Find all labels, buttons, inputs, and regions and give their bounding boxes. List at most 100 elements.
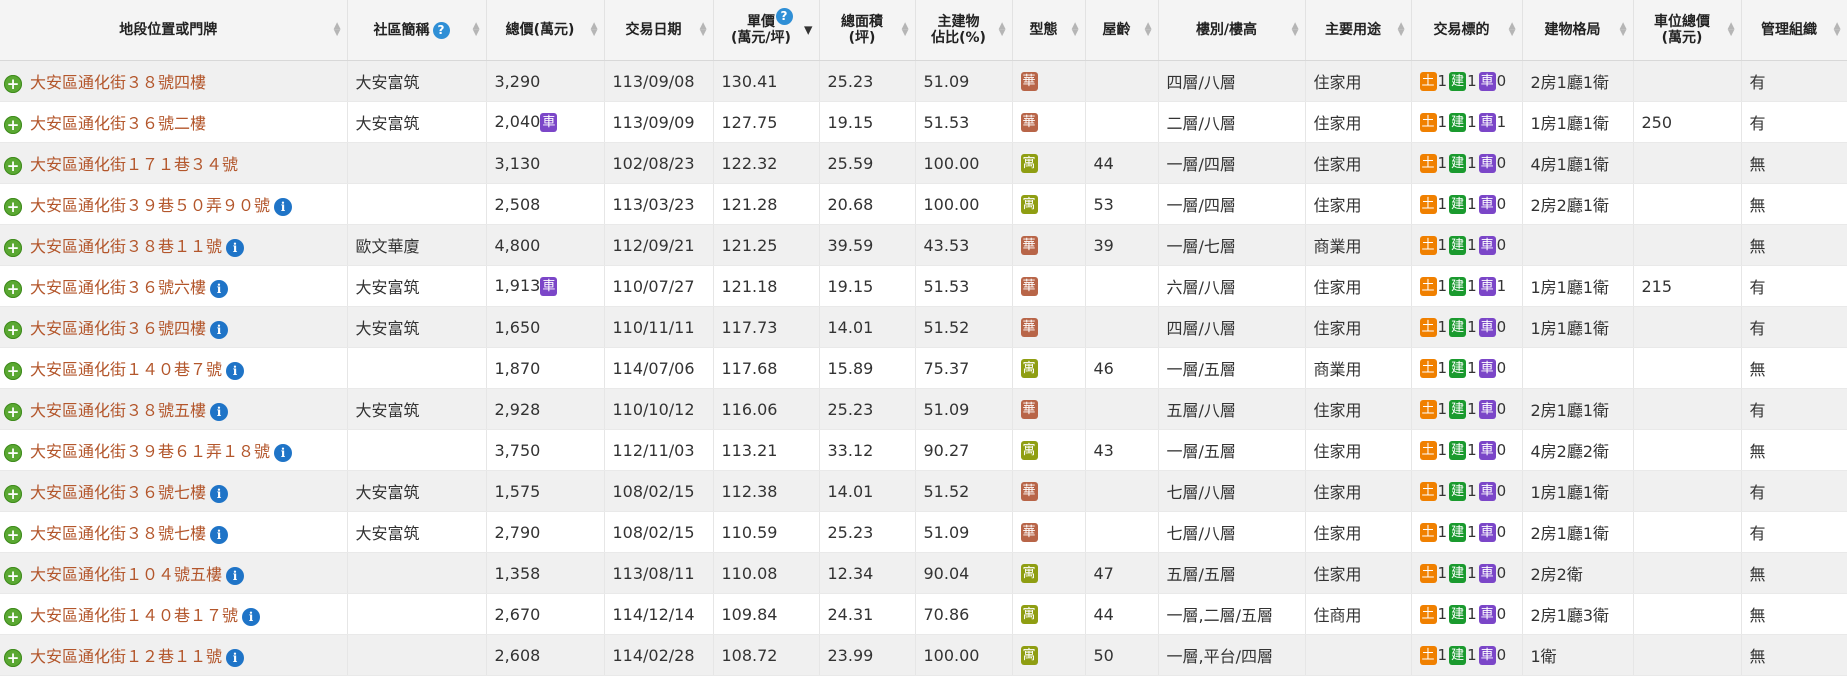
table-row[interactable]: + 大安區通化街３８號七樓 i 大安富筑 2,790 108/02/15 110.59 25.… (0, 511, 1847, 553)
cell-address[interactable]: + 大安區通化街３６號二樓 (0, 101, 348, 143)
plus-circle-icon[interactable]: + (4, 361, 22, 380)
cell-address[interactable]: + 大安區通化街３８號七樓 i (0, 511, 348, 553)
table-row[interactable]: + 大安區通化街１０４號五樓 i 1,358 113/08/11 110.08 12.34 9… (0, 552, 1847, 594)
address-link[interactable]: 大安區通化街３８巷１１號 (30, 237, 222, 256)
sort-arrows-icon[interactable]: ▲ ▼ (1398, 22, 1405, 38)
sort-arrows-icon[interactable]: ▲ ▼ (902, 22, 909, 38)
plus-circle-icon[interactable]: + (4, 484, 22, 503)
info-icon[interactable]: i (210, 484, 229, 503)
info-icon[interactable]: i (226, 566, 245, 585)
info-icon[interactable]: i (226, 648, 245, 667)
cell-address[interactable]: + 大安區通化街３８巷１１號 i (0, 224, 348, 266)
address-link[interactable]: 大安區通化街１７１巷３４號 (30, 155, 238, 174)
cell-address[interactable]: + 大安區通化街１７１巷３４號 (0, 142, 348, 184)
table-row[interactable]: + 大安區通化街３８巷１１號 i 歐文華廈 4,800 112/09/21 121.25 39… (0, 224, 1847, 266)
col-header-total-price[interactable]: 總價(萬元) ▲ ▼ (486, 0, 605, 61)
address-link[interactable]: 大安區通化街１４０巷１７號 (30, 606, 238, 625)
address-link[interactable]: 大安區通化街３６號四樓 (30, 319, 206, 338)
plus-circle-icon[interactable]: + (4, 279, 22, 298)
col-header-age[interactable]: 屋齡 ▲ ▼ (1085, 0, 1159, 61)
sort-arrows-icon[interactable]: ▲ ▼ (591, 22, 598, 38)
cell-address[interactable]: + 大安區通化街１０４號五樓 i (0, 552, 348, 594)
plus-circle-icon[interactable]: + (4, 525, 22, 544)
table-row[interactable]: + 大安區通化街３８號五樓 i 大安富筑 2,928 110/10/12 116.06 25.… (0, 388, 1847, 430)
cell-address[interactable]: + 大安區通化街３９巷５０弄９０號 i (0, 183, 348, 225)
address-link[interactable]: 大安區通化街３６號六樓 (30, 278, 206, 297)
plus-circle-icon[interactable]: + (4, 197, 22, 216)
address-link[interactable]: 大安區通化街３８號五樓 (30, 401, 206, 420)
col-header-area[interactable]: 總面積 (坪) ▲ ▼ (819, 0, 916, 61)
plus-circle-icon[interactable]: + (4, 648, 22, 667)
sort-arrows-icon[interactable]: ▲ ▼ (1292, 22, 1299, 38)
plus-circle-icon[interactable]: + (4, 607, 22, 626)
col-header-target[interactable]: 交易標的 ▲ ▼ (1411, 0, 1523, 61)
question-icon[interactable]: ? (432, 21, 450, 39)
question-icon[interactable]: ? (775, 8, 793, 25)
cell-address[interactable]: + 大安區通化街１２巷１１號 i (0, 634, 348, 676)
sort-arrows-icon[interactable]: ▲ ▼ (999, 22, 1006, 38)
info-icon[interactable]: i (210, 402, 229, 421)
sort-arrows-icon[interactable]: ▲ ▼ (700, 22, 707, 38)
table-row[interactable]: + 大安區通化街１２巷１１號 i 2,608 114/02/28 108.72 23.99 1… (0, 634, 1847, 676)
address-link[interactable]: 大安區通化街３８號七樓 (30, 524, 206, 543)
sort-arrows-icon[interactable]: ▲ ▼ (1072, 22, 1079, 38)
table-row[interactable]: + 大安區通化街３９巷５０弄９０號 i 2,508 113/03/23 121.28 20.… (0, 183, 1847, 225)
col-header-management[interactable]: 管理組織 ▲ ▼ (1741, 0, 1847, 61)
address-link[interactable]: 大安區通化街３６號二樓 (30, 114, 206, 133)
col-header-unit-price[interactable]: 單價 (萬元/坪)? ▼ (713, 0, 820, 61)
cell-address[interactable]: + 大安區通化街３６號七樓 i (0, 470, 348, 512)
plus-circle-icon[interactable]: + (4, 443, 22, 462)
plus-circle-icon[interactable]: + (4, 238, 22, 257)
cell-address[interactable]: + 大安區通化街３６號四樓 i (0, 306, 348, 348)
sort-arrows-icon[interactable]: ▲ ▼ (1145, 22, 1152, 38)
sort-desc-icon[interactable]: ▼ (804, 25, 812, 36)
plus-circle-icon[interactable]: + (4, 320, 22, 339)
plus-circle-icon[interactable]: + (4, 566, 22, 585)
col-header-layout[interactable]: 建物格局 ▲ ▼ (1522, 0, 1634, 61)
address-link[interactable]: 大安區通化街３９巷５０弄９０號 (30, 196, 270, 215)
info-icon[interactable]: i (274, 197, 293, 216)
col-header-date[interactable]: 交易日期 ▲ ▼ (604, 0, 714, 61)
info-icon[interactable]: i (274, 443, 293, 462)
address-link[interactable]: 大安區通化街１０４號五樓 (30, 565, 222, 584)
sort-arrows-icon[interactable]: ▲ ▼ (334, 22, 341, 38)
table-row[interactable]: + 大安區通化街１４０巷１７號 i 2,670 114/12/14 109.84 24.31… (0, 593, 1847, 635)
info-icon[interactable]: i (210, 279, 229, 298)
sort-arrows-icon[interactable]: ▲ ▼ (1834, 22, 1841, 38)
col-header-usage[interactable]: 主要用途 ▲ ▼ (1305, 0, 1412, 61)
info-icon[interactable]: i (226, 238, 245, 257)
cell-address[interactable]: + 大安區通化街３６號六樓 i (0, 265, 348, 307)
address-link[interactable]: 大安區通化街３９巷６１弄１８號 (30, 442, 270, 461)
col-header-community[interactable]: 社區簡稱? ▲ ▼ (347, 0, 487, 61)
cell-address[interactable]: + 大安區通化街１４０巷７號 i (0, 347, 348, 389)
cell-address[interactable]: + 大安區通化街３８號四樓 (0, 60, 348, 102)
table-row[interactable]: + 大安區通化街３６號四樓 i 大安富筑 1,650 110/11/11 117.73 14.… (0, 306, 1847, 348)
table-row[interactable]: + 大安區通化街３６號七樓 i 大安富筑 1,575 108/02/15 112.38 14.… (0, 470, 1847, 512)
table-row[interactable]: + 大安區通化街３８號四樓 大安富筑 3,290 113/09/08 130.41 25.2… (0, 60, 1847, 102)
info-icon[interactable]: i (210, 320, 229, 339)
plus-circle-icon[interactable]: + (4, 115, 22, 134)
address-link[interactable]: 大安區通化街３６號七樓 (30, 483, 206, 502)
col-header-main-ratio[interactable]: 主建物 佔比(%) ▲ ▼ (915, 0, 1013, 61)
table-row[interactable]: + 大安區通化街３６號二樓 大安富筑 2,040 車 113/09/09 127.75 19.… (0, 101, 1847, 143)
plus-circle-icon[interactable]: + (4, 74, 22, 93)
cell-address[interactable]: + 大安區通化街３８號五樓 i (0, 388, 348, 430)
sort-arrows-icon[interactable]: ▲ ▼ (1509, 22, 1516, 38)
plus-circle-icon[interactable]: + (4, 156, 22, 175)
info-icon[interactable]: i (242, 607, 261, 626)
address-link[interactable]: 大安區通化街１４０巷７號 (30, 360, 222, 379)
sort-arrows-icon[interactable]: ▲ ▼ (1620, 22, 1627, 38)
table-row[interactable]: + 大安區通化街１７１巷３４號 3,130 102/08/23 122.32 25.59 1… (0, 142, 1847, 184)
col-header-address[interactable]: 地段位置或門牌 ▲ ▼ (0, 0, 348, 61)
cell-address[interactable]: + 大安區通化街３９巷６１弄１８號 i (0, 429, 348, 471)
col-header-floor[interactable]: 樓別/樓高 ▲ ▼ (1158, 0, 1306, 61)
col-header-parking-price[interactable]: 車位總價 (萬元) ▲ ▼ (1633, 0, 1742, 61)
cell-address[interactable]: + 大安區通化街１４０巷１７號 i (0, 593, 348, 635)
sort-arrows-icon[interactable]: ▲ ▼ (1728, 22, 1735, 38)
address-link[interactable]: 大安區通化街３８號四樓 (30, 73, 206, 92)
table-row[interactable]: + 大安區通化街３９巷６１弄１８號 i 3,750 112/11/03 113.21 33.… (0, 429, 1847, 471)
plus-circle-icon[interactable]: + (4, 402, 22, 421)
col-header-type[interactable]: 型態 ▲ ▼ (1012, 0, 1086, 61)
table-row[interactable]: + 大安區通化街３６號六樓 i 大安富筑 1,913 車 110/07/27 121.18 19… (0, 265, 1847, 307)
address-link[interactable]: 大安區通化街１２巷１１號 (30, 647, 222, 666)
